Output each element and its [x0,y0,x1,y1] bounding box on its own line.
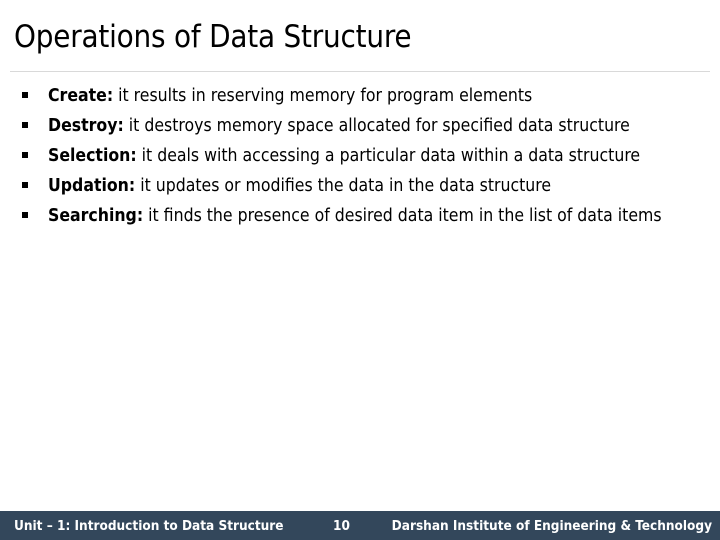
list-item: Searching: it finds the presence of desi… [16,202,714,231]
square-bullet-icon [22,82,34,111]
list-item-term: Create: [48,86,114,106]
square-bullet-icon [22,172,34,201]
footer-unit-label: Unit – 1: Introduction to Data Structure [14,517,284,534]
list-item-term: Selection: [48,146,137,166]
footer-institute-label: Darshan Institute of Engineering & Techn… [391,517,712,534]
list-item-text: it finds the presence of desired data it… [143,206,662,226]
page-title: Operations of Data Structure [14,19,412,55]
slide-footer: Unit – 1: Introduction to Data Structure… [0,511,720,540]
list-item-term: Destroy: [48,116,124,136]
list-item-text: it destroys memory space allocated for s… [123,116,630,136]
list-item: Create: it results in reserving memory f… [16,82,714,111]
bullet-list: Create: it results in reserving memory f… [16,82,714,232]
square-bullet-icon [22,112,34,141]
list-item-text: it updates or modifies the data in the d… [135,176,552,196]
list-item: Destroy: it destroys memory space alloca… [16,112,714,141]
slide: Operations of Data Structure Create: it … [0,0,720,540]
list-item: Updation: it updates or modifies the dat… [16,172,714,201]
square-bullet-icon [22,202,34,231]
list-item: Selection: it deals with accessing a par… [16,142,714,171]
footer-page-number: 10 [333,517,350,534]
square-bullet-icon [22,142,34,171]
list-item-term: Searching: [48,206,144,226]
title-divider [10,71,710,72]
list-item-term: Updation: [48,176,136,196]
list-item-text: it results in reserving memory for progr… [113,86,533,106]
title-block: Operations of Data Structure [14,18,710,66]
list-item-text: it deals with accessing a particular dat… [136,146,641,166]
